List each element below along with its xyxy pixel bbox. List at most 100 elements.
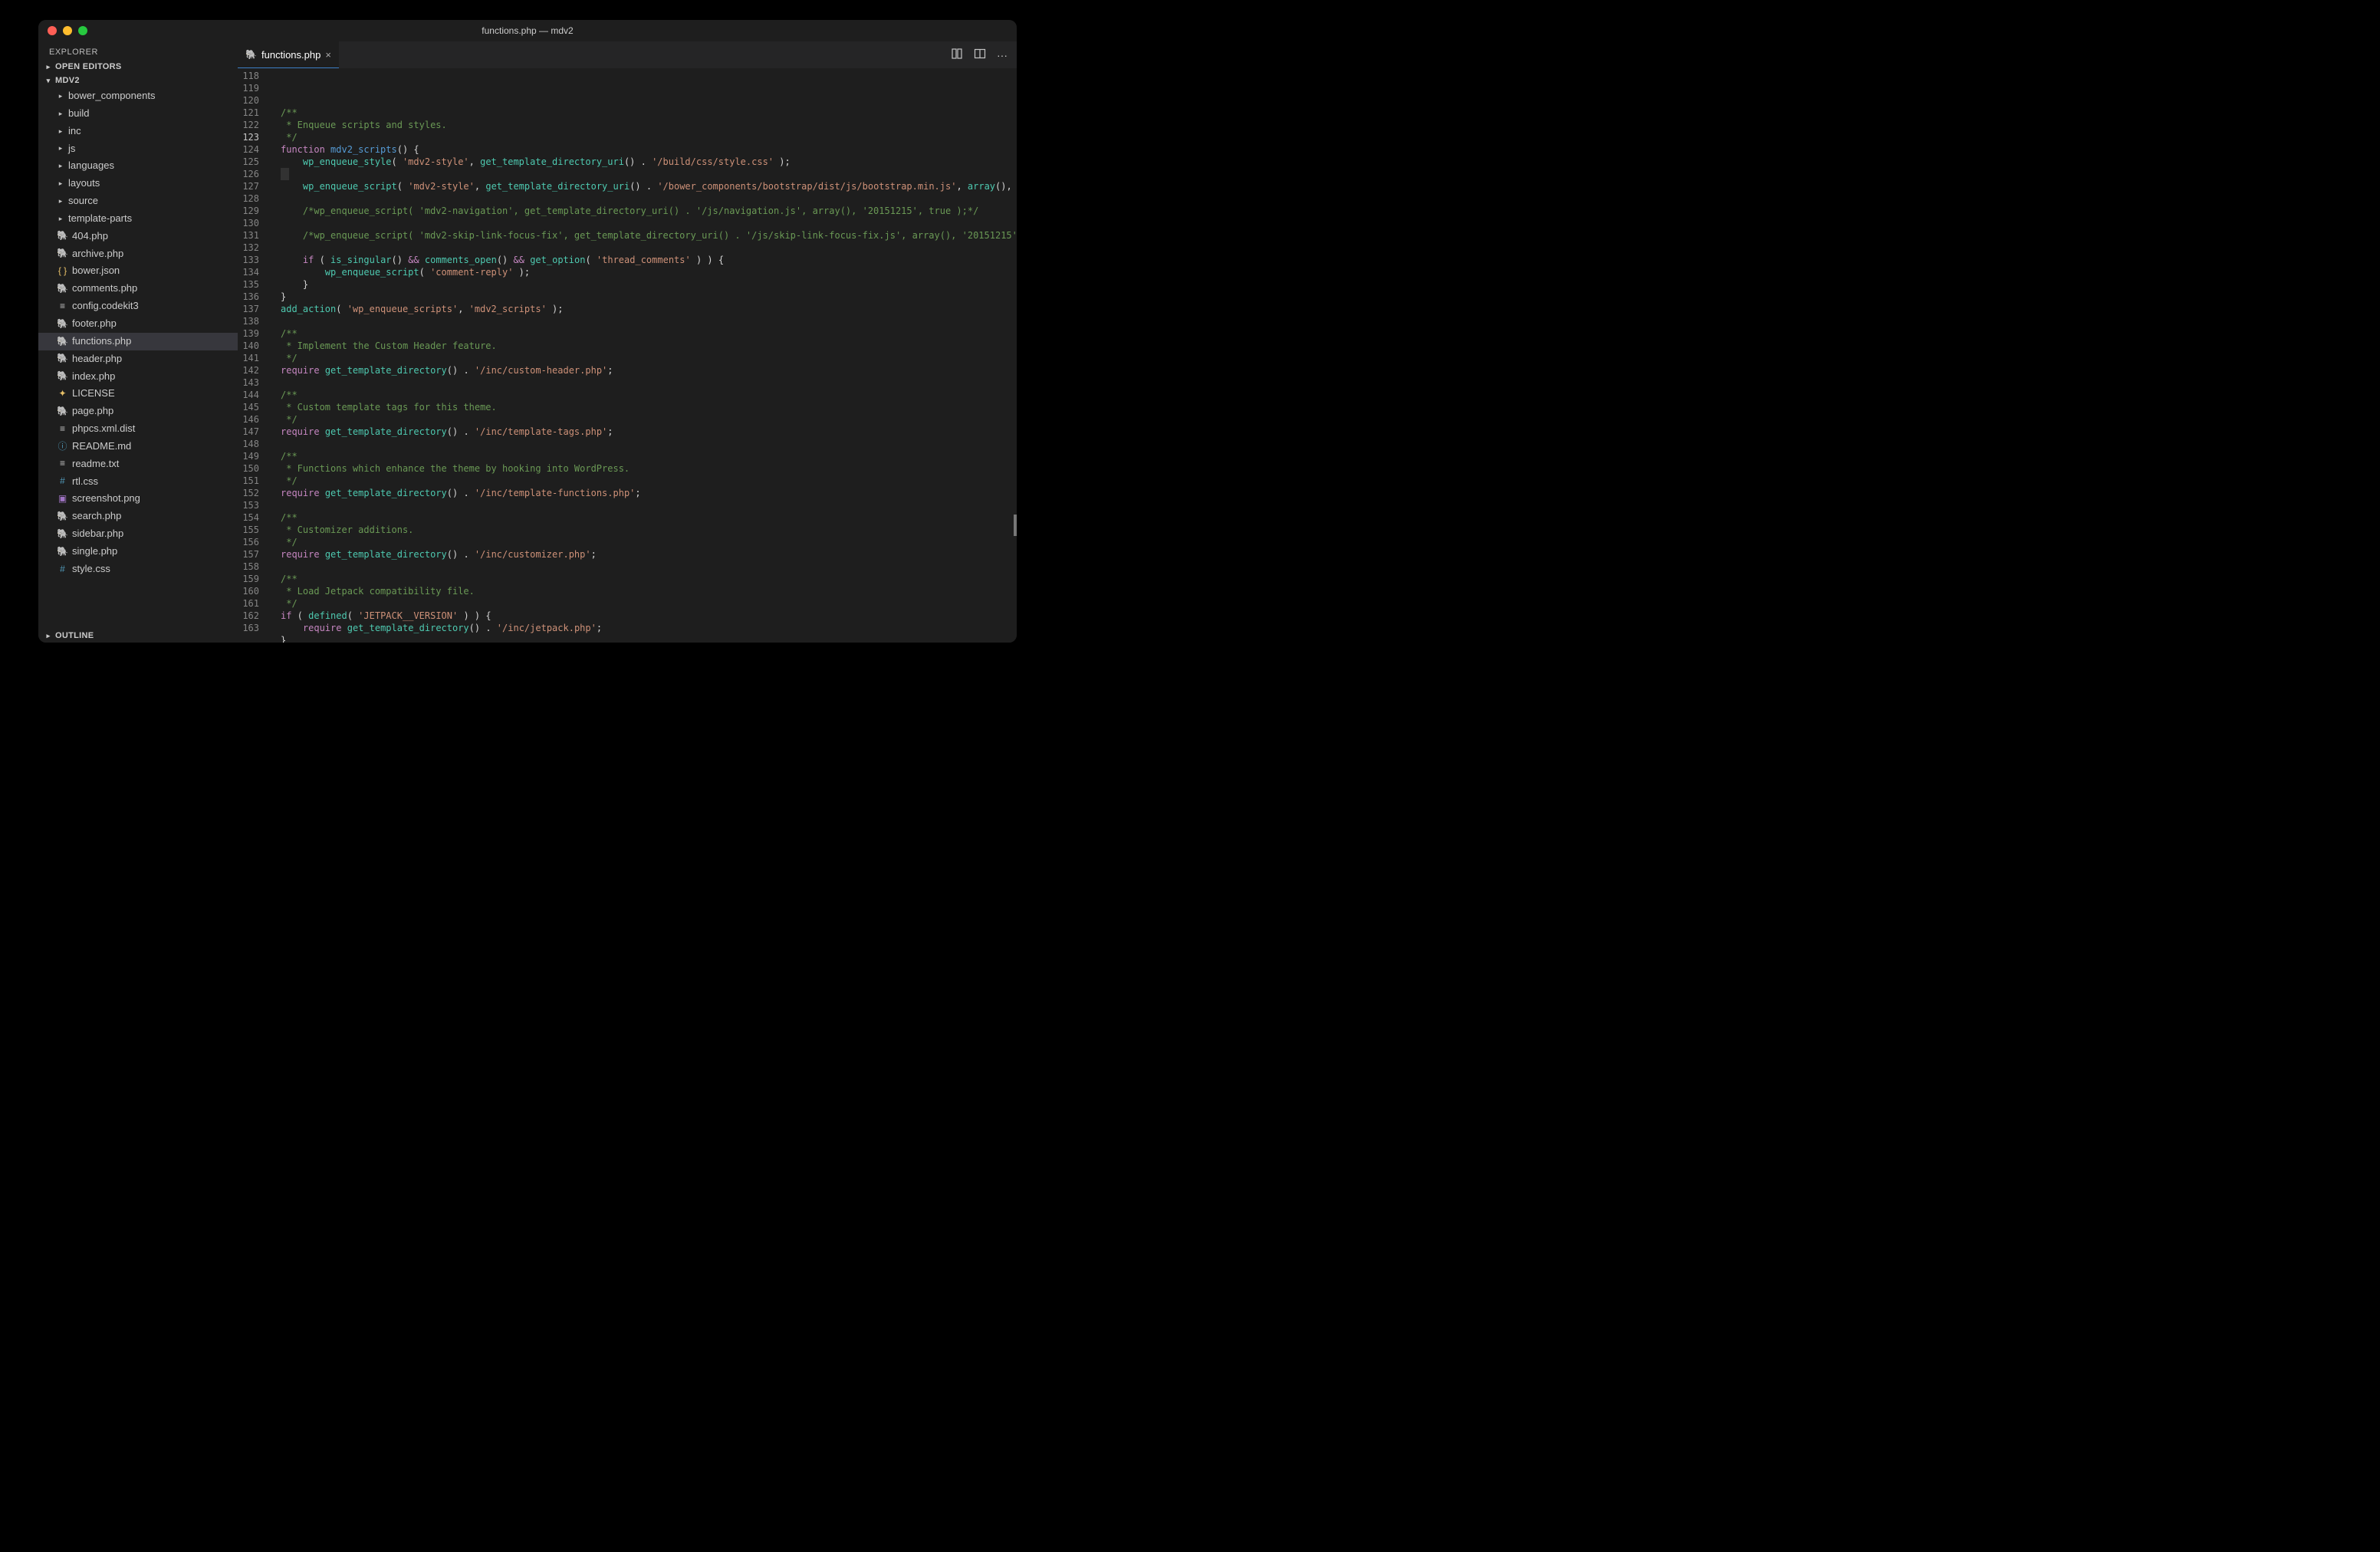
tab-close-icon[interactable]: × <box>325 49 331 61</box>
tree-item[interactable]: ≡config.codekit3 <box>38 298 238 315</box>
project-root-section[interactable]: ▾ MDV2 <box>38 74 238 87</box>
code-line[interactable]: require get_template_directory() . '/inc… <box>281 364 1017 376</box>
code-line[interactable]: require get_template_directory() . '/inc… <box>281 487 1017 499</box>
code-line[interactable] <box>281 561 1017 573</box>
chevron-right-icon: ▸ <box>44 63 52 71</box>
code-line[interactable] <box>281 217 1017 229</box>
outline-section[interactable]: ▸ OUTLINE <box>38 629 238 643</box>
code-line[interactable] <box>281 376 1017 389</box>
tree-item[interactable]: ▸source <box>38 192 238 210</box>
tree-item[interactable]: { }bower.json <box>38 262 238 280</box>
window-maximize-btn[interactable] <box>78 26 87 35</box>
code-line[interactable]: /** <box>281 107 1017 119</box>
code-line[interactable]: * Implement the Custom Header feature. <box>281 340 1017 352</box>
code-line[interactable] <box>281 168 1017 180</box>
code-line[interactable] <box>281 438 1017 450</box>
code-line[interactable]: wp_enqueue_script( 'comment-reply' ); <box>281 266 1017 278</box>
open-editors-section[interactable]: ▸ OPEN EDITORS <box>38 60 238 74</box>
code-line[interactable]: /** <box>281 389 1017 401</box>
tree-item[interactable]: 🐘404.php <box>38 228 238 245</box>
code-line[interactable]: */ <box>281 536 1017 548</box>
code-line[interactable]: */ <box>281 131 1017 143</box>
tree-item-label: readme.txt <box>72 457 119 472</box>
code-line[interactable]: */ <box>281 475 1017 487</box>
tree-item[interactable]: 🐘footer.php <box>38 315 238 333</box>
tree-item[interactable]: 🐘search.php <box>38 508 238 525</box>
code-line[interactable]: } <box>281 634 1017 643</box>
code-line[interactable]: * Customizer additions. <box>281 524 1017 536</box>
php-icon: 🐘 <box>57 335 68 348</box>
tree-item-label: build <box>68 107 89 121</box>
code-line[interactable]: */ <box>281 352 1017 364</box>
code-line[interactable]: * Functions which enhance the theme by h… <box>281 462 1017 475</box>
tree-item[interactable]: 🐘functions.php <box>38 333 238 350</box>
code-editor[interactable]: /** * Enqueue scripts and styles. */func… <box>271 68 1017 643</box>
code-line[interactable]: if ( defined( 'JETPACK__VERSION' ) ) { <box>281 610 1017 622</box>
tree-item[interactable]: ▸js <box>38 140 238 158</box>
code-line[interactable]: /** <box>281 573 1017 585</box>
code-line[interactable] <box>281 192 1017 205</box>
code-line[interactable]: function mdv2_scripts() { <box>281 143 1017 156</box>
php-icon: 🐘 <box>57 510 68 523</box>
tree-item-label: header.php <box>72 352 122 367</box>
titlebar[interactable]: functions.php — mdv2 <box>38 20 1017 41</box>
code-line[interactable]: require get_template_directory() . '/inc… <box>281 426 1017 438</box>
code-line[interactable] <box>281 499 1017 511</box>
code-line[interactable]: * Enqueue scripts and styles. <box>281 119 1017 131</box>
code-line[interactable]: add_action( 'wp_enqueue_scripts', 'mdv2_… <box>281 303 1017 315</box>
code-line[interactable]: */ <box>281 413 1017 426</box>
chevron-right-icon: ▸ <box>57 161 64 171</box>
tree-item[interactable]: ≡readme.txt <box>38 455 238 473</box>
line-number-gutter[interactable]: 1181191201211221231241251261271281291301… <box>238 68 271 643</box>
tree-item[interactable]: ✦LICENSE <box>38 385 238 403</box>
file-tree: ▸bower_components▸build▸inc▸js▸languages… <box>38 87 238 629</box>
code-line[interactable]: wp_enqueue_style( 'mdv2-style', get_temp… <box>281 156 1017 168</box>
php-icon: 🐘 <box>57 352 68 365</box>
chevron-right-icon: ▸ <box>57 196 64 206</box>
tree-item[interactable]: ▸languages <box>38 157 238 175</box>
tree-item[interactable]: ▸template-parts <box>38 210 238 228</box>
tree-item[interactable]: ▣screenshot.png <box>38 490 238 508</box>
tree-item[interactable]: 🐘index.php <box>38 368 238 386</box>
split-editor-icon[interactable] <box>974 48 986 62</box>
code-line[interactable]: /** <box>281 511 1017 524</box>
tree-item[interactable]: 🐘page.php <box>38 403 238 420</box>
code-line[interactable]: * Load Jetpack compatibility file. <box>281 585 1017 597</box>
code-line[interactable] <box>281 315 1017 327</box>
code-line[interactable]: */ <box>281 597 1017 610</box>
code-line[interactable]: } <box>281 278 1017 291</box>
tree-item[interactable]: 🐘single.php <box>38 543 238 561</box>
chevron-right-icon: ▸ <box>57 143 64 153</box>
more-actions-icon[interactable]: ··· <box>997 49 1008 61</box>
code-line[interactable]: /*wp_enqueue_script( 'mdv2-skip-link-foc… <box>281 229 1017 242</box>
tree-item[interactable]: #rtl.css <box>38 473 238 491</box>
tree-item-label: style.css <box>72 562 110 577</box>
outline-label: OUTLINE <box>55 631 94 640</box>
window-minimize-btn[interactable] <box>63 26 72 35</box>
tree-item[interactable]: ▸build <box>38 105 238 123</box>
compare-changes-icon[interactable] <box>951 48 963 62</box>
minimap-viewport-marker[interactable] <box>1014 515 1017 536</box>
code-line[interactable]: /** <box>281 450 1017 462</box>
tree-item[interactable]: #style.css <box>38 561 238 578</box>
window-close-btn[interactable] <box>48 26 57 35</box>
tree-item[interactable]: ▸inc <box>38 123 238 140</box>
tree-item[interactable]: ⓘREADME.md <box>38 438 238 455</box>
code-line[interactable]: /*wp_enqueue_script( 'mdv2-navigation', … <box>281 205 1017 217</box>
code-line[interactable]: if ( is_singular() && comments_open() &&… <box>281 254 1017 266</box>
tree-item[interactable]: 🐘comments.php <box>38 280 238 298</box>
tree-item[interactable]: ▸bower_components <box>38 87 238 105</box>
code-line[interactable]: * Custom template tags for this theme. <box>281 401 1017 413</box>
tree-item[interactable]: 🐘 header.php <box>38 350 238 368</box>
tab-functions-php[interactable]: 🐘 functions.php × <box>238 41 339 68</box>
tree-item[interactable]: 🐘archive.php <box>38 245 238 263</box>
tree-item[interactable]: ▸layouts <box>38 175 238 192</box>
code-line[interactable] <box>281 242 1017 254</box>
tree-item[interactable]: 🐘sidebar.php <box>38 525 238 543</box>
code-line[interactable]: } <box>281 291 1017 303</box>
code-line[interactable]: /** <box>281 327 1017 340</box>
code-line[interactable]: wp_enqueue_script( 'mdv2-style', get_tem… <box>281 180 1017 192</box>
code-line[interactable]: require get_template_directory() . '/inc… <box>281 548 1017 561</box>
code-line[interactable]: require get_template_directory() . '/inc… <box>281 622 1017 634</box>
tree-item[interactable]: ≡phpcs.xml.dist <box>38 420 238 438</box>
